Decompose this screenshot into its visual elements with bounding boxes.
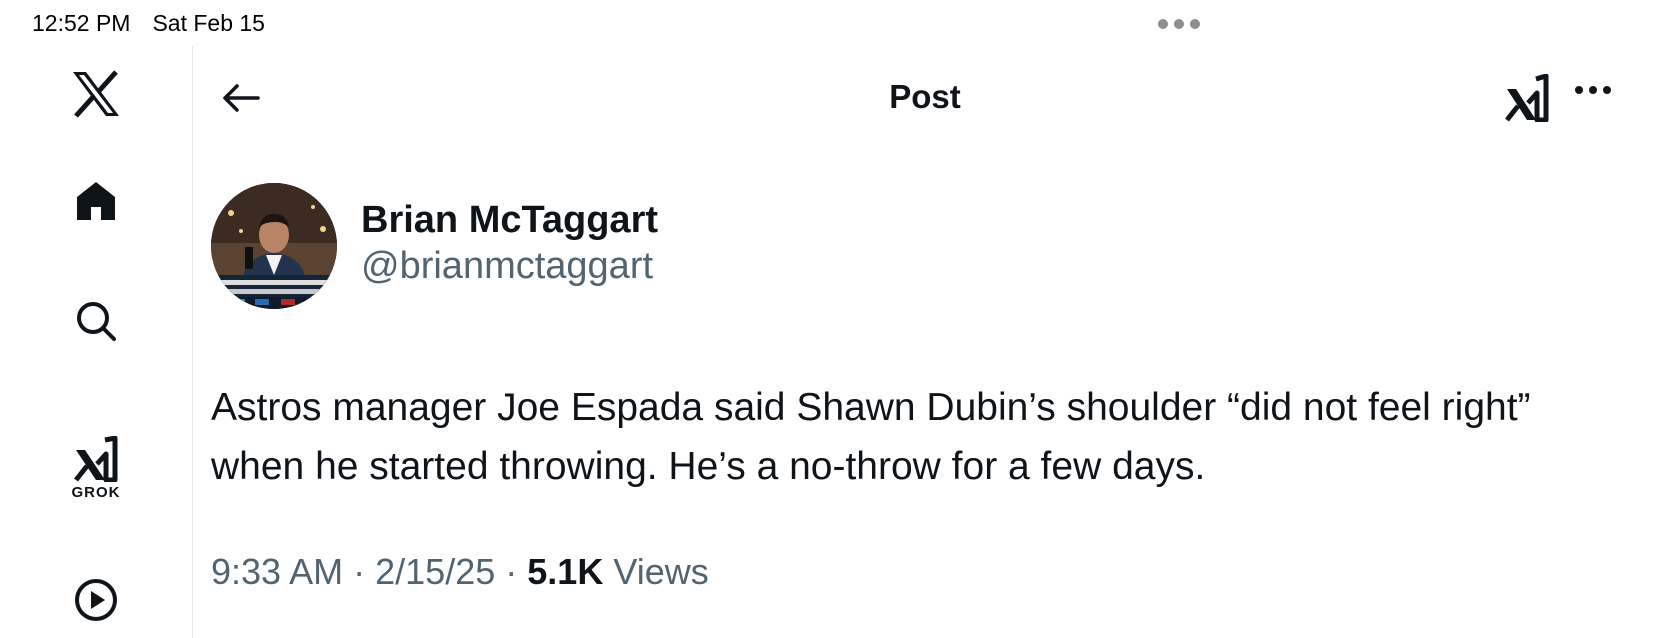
post-header: Post [193,46,1657,150]
post-author: Brian McTaggart @brianmctaggart [211,183,658,309]
author-handle[interactable]: @brianmctaggart [361,243,658,289]
grok-label: GROK [71,484,121,501]
post-date[interactable]: 2/15/25 [375,551,495,592]
views-count[interactable]: 5.1K [527,551,603,592]
home-icon[interactable] [0,179,192,223]
search-icon[interactable] [0,299,192,343]
avatar[interactable] [211,183,337,309]
grok-nav-item[interactable]: GROK [0,436,192,501]
page-title: Post [889,78,961,115]
multitasking-dots-icon[interactable] [1158,19,1200,29]
x-logo-icon[interactable] [0,70,192,118]
status-bar: 12:52 PM Sat Feb 15 [0,0,1657,46]
post-meta: 9:33 AM · 2/15/25 · 5.1K Views [211,551,709,593]
status-time: 12:52 PM [32,10,131,36]
more-options-icon[interactable] [1573,80,1613,105]
sidebar: GROK [0,46,193,638]
post-time[interactable]: 9:33 AM [211,551,343,592]
post-text: Astros manager Joe Espada said Shawn Dub… [211,386,1531,488]
meta-separator: · [505,551,518,592]
grok-icon[interactable] [1505,73,1549,127]
play-icon[interactable] [0,578,192,622]
author-name[interactable]: Brian McTaggart [361,197,658,243]
views-label[interactable]: Views [613,551,708,592]
status-date: Sat Feb 15 [152,10,265,36]
meta-separator: · [353,551,366,592]
status-clock: 12:52 PM Sat Feb 15 [32,10,265,37]
grok-icon [74,436,118,482]
